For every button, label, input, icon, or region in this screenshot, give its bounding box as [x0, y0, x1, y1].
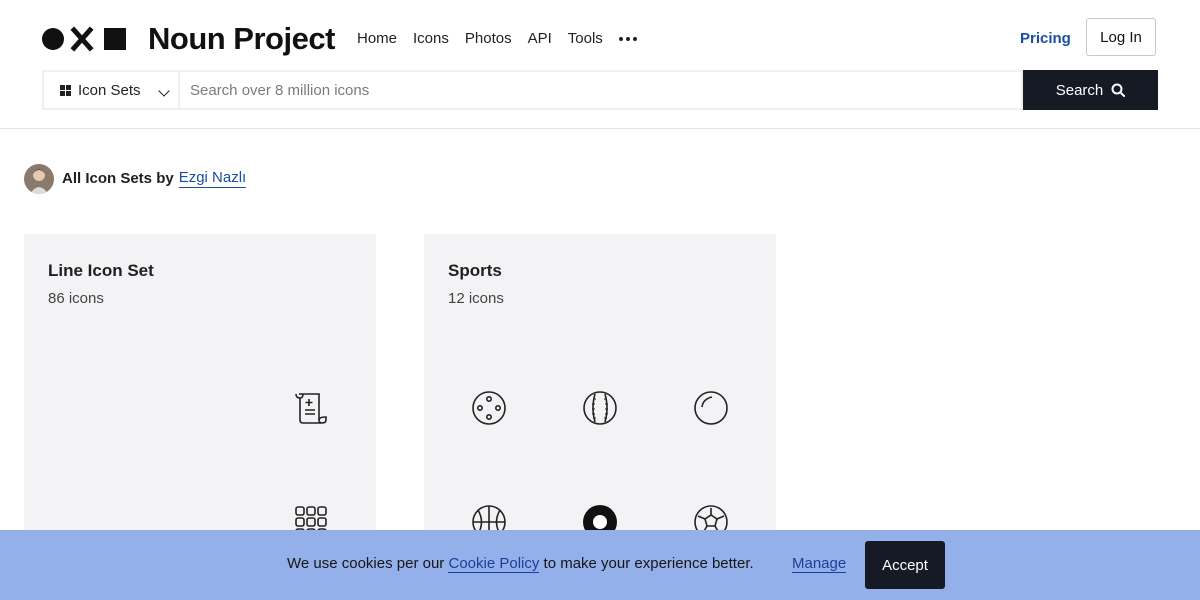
search-button-label: Search: [1055, 81, 1104, 99]
baseball-icon: [583, 391, 617, 425]
author-link[interactable]: Ezgi Nazlı: [178, 169, 247, 188]
nav-home[interactable]: Home: [357, 28, 397, 50]
card-title: Line Icon Set: [48, 261, 154, 280]
avatar[interactable]: [24, 163, 54, 194]
accept-cookies-button[interactable]: Accept: [865, 541, 945, 589]
author-prefix: All Icon Sets by: [62, 170, 174, 187]
nav-icons[interactable]: Icons: [413, 28, 449, 50]
logo[interactable]: Noun Project: [42, 21, 335, 56]
nav-api[interactable]: API: [528, 28, 552, 50]
login-button[interactable]: Log In: [1086, 18, 1156, 56]
search-icon: [1111, 83, 1126, 97]
search-input[interactable]: [178, 70, 1023, 110]
ellipsis-icon[interactable]: [618, 28, 637, 50]
cookie-text-after: to make your experience better.: [543, 555, 754, 572]
chevron-down-icon: [158, 85, 170, 97]
scroll-document-icon: [295, 393, 327, 424]
search-bar: Icon Sets Search: [42, 70, 1158, 110]
card-count: 86 icons: [48, 290, 104, 307]
search-scope-label: Icon Sets: [78, 81, 141, 99]
manage-cookies-link[interactable]: Manage: [792, 555, 847, 573]
search-scope-dropdown[interactable]: Icon Sets: [42, 70, 178, 110]
cookie-banner: We use cookies per our Cookie Policy to …: [0, 530, 1200, 600]
nav-photos[interactable]: Photos: [465, 28, 512, 50]
card-title: Sports: [448, 261, 502, 280]
pricing-link[interactable]: Pricing: [1020, 28, 1071, 50]
dotted-ball-icon: [472, 391, 506, 425]
logo-text: Noun Project: [148, 21, 335, 56]
search-button[interactable]: Search: [1023, 70, 1158, 110]
cookie-policy-link[interactable]: Cookie Policy: [448, 555, 540, 573]
grid-icon: [60, 84, 71, 96]
main-nav: Home Icons Photos API Tools: [357, 28, 637, 50]
author-row: All Icon Sets by Ezgi Nazlı: [24, 163, 247, 194]
noun-project-logo-icon: [42, 26, 126, 52]
site-header: Noun Project Home Icons Photos API Tools…: [0, 0, 1200, 129]
bowling-ball-icon: [694, 391, 728, 425]
cookie-message: We use cookies per our Cookie Policy to …: [287, 555, 754, 573]
card-count: 12 icons: [448, 290, 504, 307]
nav-tools[interactable]: Tools: [568, 28, 603, 50]
cookie-text-before: We use cookies per our: [287, 555, 445, 572]
